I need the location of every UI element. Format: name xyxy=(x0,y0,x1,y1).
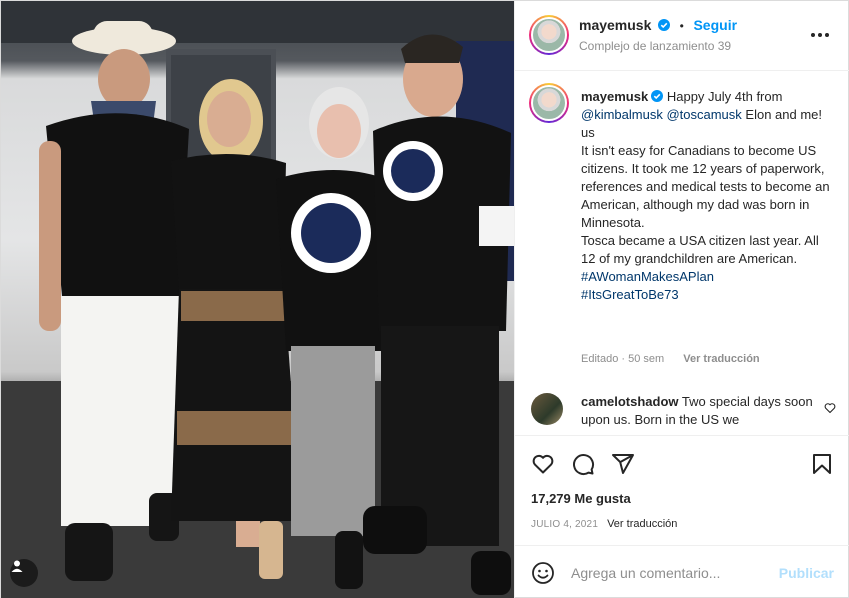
publish-button[interactable]: Publicar xyxy=(779,565,834,581)
hashtag-itsgreattobe73[interactable]: #ItsGreatToBe73 xyxy=(581,287,679,302)
mention-kimbalmusk[interactable]: @kimbalmusk xyxy=(581,107,663,122)
comments-scroll-area[interactable]: mayemusk Happy July 4th from @kimbalmusk… xyxy=(515,71,849,435)
post-side-panel: mayemusk • Seguir Complejo de lanzamient… xyxy=(514,1,849,598)
heart-icon[interactable] xyxy=(531,452,555,476)
comment-item: camelotshadow Two special days soon upon… xyxy=(581,393,816,429)
verified-badge-icon xyxy=(658,19,671,31)
post-caption: mayemusk Happy July 4th from @kimbalmusk… xyxy=(581,88,836,304)
verified-badge-icon xyxy=(651,90,664,102)
share-icon[interactable] xyxy=(611,452,635,476)
follow-button[interactable]: Seguir xyxy=(693,17,737,33)
comment-like-heart-icon[interactable] xyxy=(824,402,836,414)
likes-count[interactable]: 17,279 Me gusta xyxy=(531,491,631,506)
post-header: mayemusk • Seguir Complejo de lanzamient… xyxy=(515,1,849,71)
comment-input[interactable]: Agrega un comentario... xyxy=(571,565,720,581)
post-date-text: JULIO 4, 2021 xyxy=(531,519,599,530)
comment-icon[interactable] xyxy=(571,452,595,476)
more-options-icon[interactable] xyxy=(811,33,829,37)
bookmark-icon[interactable] xyxy=(810,452,834,476)
caption-paragraph-2: Tosca became a USA citizen last year. Al… xyxy=(581,233,819,266)
action-bar xyxy=(515,435,849,491)
edited-time: Editado · 50 sem xyxy=(581,353,665,365)
mention-toscamusk[interactable]: @toscamusk xyxy=(666,107,741,122)
user-tag-icon[interactable] xyxy=(10,559,38,587)
instagram-post-modal: mayemusk • Seguir Complejo de lanzamient… xyxy=(0,0,849,598)
post-date: JULIO 4, 2021 Ver traducción xyxy=(531,518,677,530)
commenter-avatar[interactable] xyxy=(531,393,563,425)
date-see-translation-link[interactable]: Ver traducción xyxy=(607,518,677,530)
separator-dot: • xyxy=(679,19,684,33)
avatar[interactable] xyxy=(529,15,569,55)
header-username[interactable]: mayemusk xyxy=(579,17,651,33)
see-translation-link[interactable]: Ver traducción xyxy=(683,353,759,365)
caption-username[interactable]: mayemusk xyxy=(581,89,648,104)
commenter-username[interactable]: camelotshadow xyxy=(581,394,679,409)
hashtag-awomanmakesaplan[interactable]: #AWomanMakesAPlan xyxy=(581,269,714,284)
photo-illustration xyxy=(1,1,514,598)
emoji-icon[interactable] xyxy=(531,561,555,585)
caption-paragraph-1: It isn't easy for Canadians to become US… xyxy=(581,143,830,230)
caption-meta: Editado · 50 sem Ver traducción xyxy=(581,353,760,365)
post-photo[interactable] xyxy=(1,1,514,598)
caption-avatar[interactable] xyxy=(529,83,569,123)
location-link[interactable]: Complejo de lanzamiento 39 xyxy=(579,39,731,53)
comment-composer: Agrega un comentario... Publicar xyxy=(515,545,849,598)
caption-intro: Happy July 4th from xyxy=(666,89,783,104)
